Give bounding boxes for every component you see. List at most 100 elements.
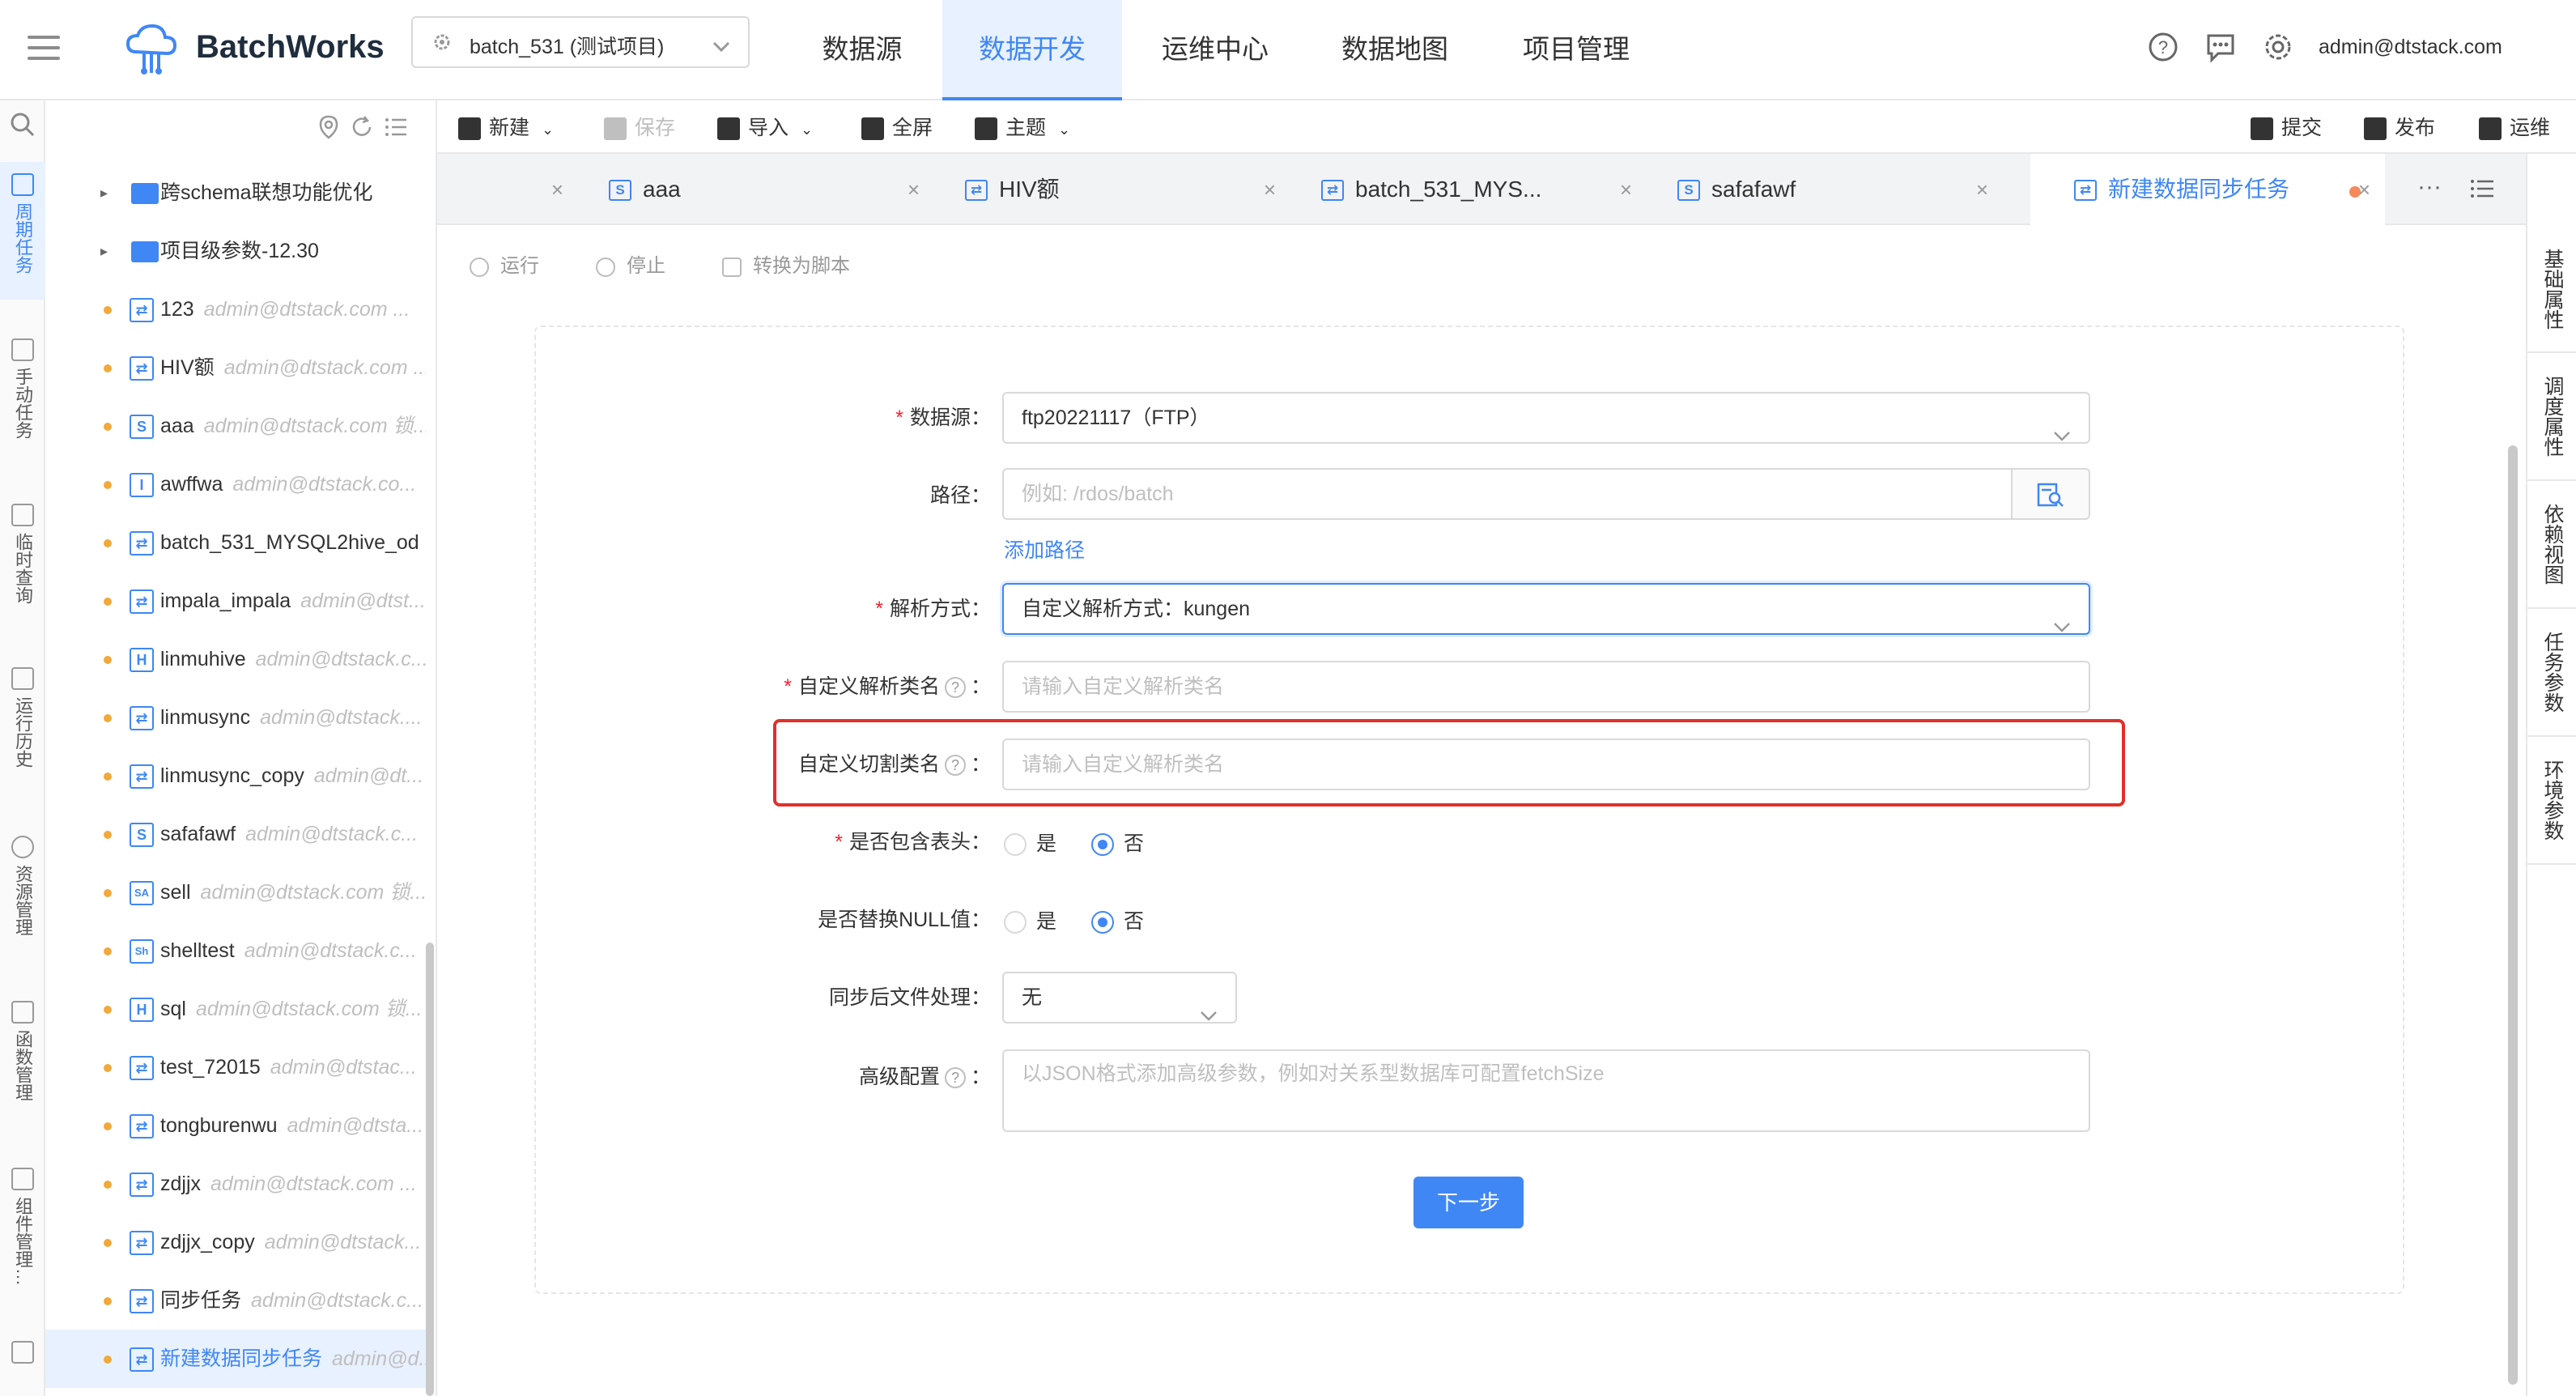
rail-item-component-management[interactable]: 组件管理… xyxy=(0,1156,45,1310)
rail-item-periodic-task[interactable]: 周期任务 xyxy=(0,162,45,300)
tab-batch531[interactable]: ⇄ batch_531_MYS... × xyxy=(1287,154,1643,225)
help-icon[interactable]: ? xyxy=(2147,31,2179,69)
radio-button[interactable] xyxy=(1004,911,1027,934)
tab-aaa[interactable]: S aaa × xyxy=(575,154,931,225)
more-icon[interactable]: ··· xyxy=(2417,173,2442,201)
tree-item[interactable]: ⇄ linmusync_copy admin@dt... xyxy=(45,747,426,805)
tree-item[interactable]: ⇄ 123 admin@dtstack.com ... xyxy=(45,280,426,338)
side-tab-task-params[interactable]: 任务参数 xyxy=(2527,609,2576,737)
tab-new-sync-task[interactable]: ⇄ 新建数据同步任务 × xyxy=(2030,154,2385,225)
tree-scrollbar[interactable] xyxy=(426,943,434,1396)
tree-item[interactable]: ⇄ tongburenwu admin@dtsta... xyxy=(45,1096,426,1155)
radio-button-checked[interactable] xyxy=(1090,833,1114,857)
stop-button[interactable]: 停止 xyxy=(596,249,665,278)
side-tab-dependency-view[interactable]: 依赖视图 xyxy=(2527,481,2576,609)
file-search-icon xyxy=(2037,483,2066,514)
refresh-icon[interactable] xyxy=(350,115,374,145)
rail-item-resource-management[interactable]: 资源管理 xyxy=(0,824,45,962)
close-icon[interactable]: × xyxy=(2358,154,2370,225)
tree-item[interactable]: ⇄ zdjjx admin@dtstack.com ... xyxy=(45,1155,426,1213)
rail-item-run-history[interactable]: 运行历史 xyxy=(0,656,45,794)
tree-item[interactable]: Hsql admin@dtstack.com 锁... xyxy=(45,980,426,1038)
rail-item-manual-task[interactable]: 手动任务 xyxy=(0,327,45,465)
tree-item[interactable]: ⇄ HIV额 admin@dtstack.com ... xyxy=(45,338,426,397)
tree-folder[interactable]: ▸ 跨schema联想功能优化 xyxy=(45,164,426,222)
close-icon[interactable]: × xyxy=(1976,154,1988,225)
run-button[interactable]: 运行 xyxy=(470,249,539,278)
rail-item-temp-query[interactable]: 临时查询 xyxy=(0,492,45,630)
tree-item[interactable]: ⇄ 同步任务 admin@dtstack.c... xyxy=(45,1271,426,1330)
save-button[interactable]: 保存 xyxy=(604,112,675,144)
datasource-select[interactable]: ftp20221117（FTP） xyxy=(1002,392,2090,444)
convert-to-script-button[interactable]: 转换为脚本 xyxy=(722,249,850,278)
nav-datasource[interactable]: 数据源 xyxy=(793,0,931,100)
submit-button[interactable]: 提交 xyxy=(2251,112,2322,144)
search-icon[interactable] xyxy=(10,112,36,143)
user-email[interactable]: admin@dtstack.com xyxy=(2319,36,2502,59)
tree-item[interactable]: Saaa admin@dtstack.com 锁... xyxy=(45,397,426,455)
menu-toggle-icon[interactable] xyxy=(28,36,60,62)
header-no-option[interactable]: 否 xyxy=(1090,832,1144,857)
message-icon[interactable] xyxy=(2204,31,2238,69)
side-tab-schedule-properties[interactable]: 调度属性 xyxy=(2527,353,2576,481)
side-tab-env-params[interactable]: 环境参数 xyxy=(2527,737,2576,865)
fullscreen-button[interactable]: 全屏 xyxy=(861,112,933,144)
tab-safafawf[interactable]: S safafawf × xyxy=(1643,154,2000,225)
null-yes-option[interactable]: 是 xyxy=(1004,910,1056,934)
add-path-link[interactable]: 添加路径 xyxy=(1004,534,1085,564)
close-icon[interactable]: × xyxy=(1264,154,1276,225)
theme-button[interactable]: 主题 ⌄ xyxy=(975,112,1070,144)
tree-item[interactable]: ⇄ 新建数据同步任务 admin@d... xyxy=(45,1330,426,1388)
collapse-icon[interactable] xyxy=(11,1341,34,1364)
radio-button-checked[interactable] xyxy=(1090,911,1114,934)
radio-button[interactable] xyxy=(1004,833,1027,857)
next-step-button[interactable]: 下一步 xyxy=(1413,1177,1524,1228)
tree-item[interactable]: Sh shelltest admin@dtstack.c... xyxy=(45,921,426,980)
advanced-config-textarea[interactable]: 以JSON格式添加高级参数，例如对关系型数据库可配置fetchSize xyxy=(1002,1049,2090,1132)
nav-project-management[interactable]: 项目管理 xyxy=(1491,0,1661,100)
help-icon[interactable]: ? xyxy=(944,1067,966,1089)
tree-folder[interactable]: ▸ 项目级参数-12.30 xyxy=(45,222,426,280)
path-input[interactable]: 例如: /rdos/batch xyxy=(1002,468,2013,520)
list-icon[interactable] xyxy=(384,115,408,145)
rail-item-function-management[interactable]: 函数管理 xyxy=(0,990,45,1127)
project-select[interactable]: batch_531 (测试项目) xyxy=(411,16,750,68)
tree-item[interactable]: ⇄ zdjjx_copy admin@dtstack... xyxy=(45,1213,426,1271)
new-button[interactable]: 新建 ⌄ xyxy=(458,112,554,144)
import-button[interactable]: 导入 ⌄ xyxy=(717,112,813,144)
tab-previous[interactable]: × xyxy=(437,154,575,225)
caret-right-icon[interactable]: ▸ xyxy=(100,164,108,222)
parse-method-select[interactable]: 自定义解析方式：kungen xyxy=(1002,583,2090,635)
tree-item[interactable]: ⇄ test_72015 admin@dtstac... xyxy=(45,1038,426,1096)
publish-button[interactable]: 发布 xyxy=(2364,112,2435,144)
null-no-option[interactable]: 否 xyxy=(1090,910,1144,934)
tree-item[interactable]: Hlinmuhive admin@dtstack.c... xyxy=(45,630,426,688)
main-scrollbar[interactable] xyxy=(2508,445,2518,1385)
close-icon[interactable]: × xyxy=(908,154,920,225)
caret-right-icon[interactable]: ▸ xyxy=(100,222,108,280)
tab-hiv[interactable]: ⇄ HIV额 × xyxy=(931,154,1287,225)
path-browse-button[interactable] xyxy=(2011,468,2090,520)
import-label: 导入 xyxy=(748,117,789,139)
tree-item[interactable]: Iawffwa admin@dtstack.co... xyxy=(45,455,426,513)
settings-gear-icon[interactable] xyxy=(2262,31,2294,69)
close-icon[interactable]: × xyxy=(551,154,563,225)
ops-button[interactable]: 运维 xyxy=(2479,112,2550,144)
close-icon[interactable]: × xyxy=(1620,154,1632,225)
nav-data-development[interactable]: 数据开发 xyxy=(942,0,1122,100)
tree-item[interactable]: Ssafafawf admin@dtstack.c... xyxy=(45,805,426,863)
locate-icon[interactable] xyxy=(317,115,340,145)
side-tab-basic-properties[interactable]: 基础属性 xyxy=(2527,227,2576,353)
tree-item[interactable]: ⇄ batch_531_MYSQL2hive_od xyxy=(45,513,426,572)
tree-item[interactable]: SA sell admin@dtstack.com 锁... xyxy=(45,863,426,921)
form-row-path: 路径： xyxy=(567,479,991,512)
parse-class-input[interactable]: 请输入自定义解析类名 xyxy=(1002,661,2090,713)
tree-item[interactable]: ⇄ impala_impala admin@dtst... xyxy=(45,572,426,630)
help-icon[interactable]: ? xyxy=(944,677,966,699)
header-yes-option[interactable]: 是 xyxy=(1004,832,1056,857)
tree-item[interactable]: ⇄ linmusync admin@dtstack.... xyxy=(45,688,426,747)
tab-list-icon[interactable] xyxy=(2469,177,2495,206)
nav-data-map[interactable]: 数据地图 xyxy=(1310,0,1480,100)
nav-ops-center[interactable]: 运维中心 xyxy=(1130,0,1300,100)
post-process-select[interactable]: 无 xyxy=(1002,972,1237,1024)
